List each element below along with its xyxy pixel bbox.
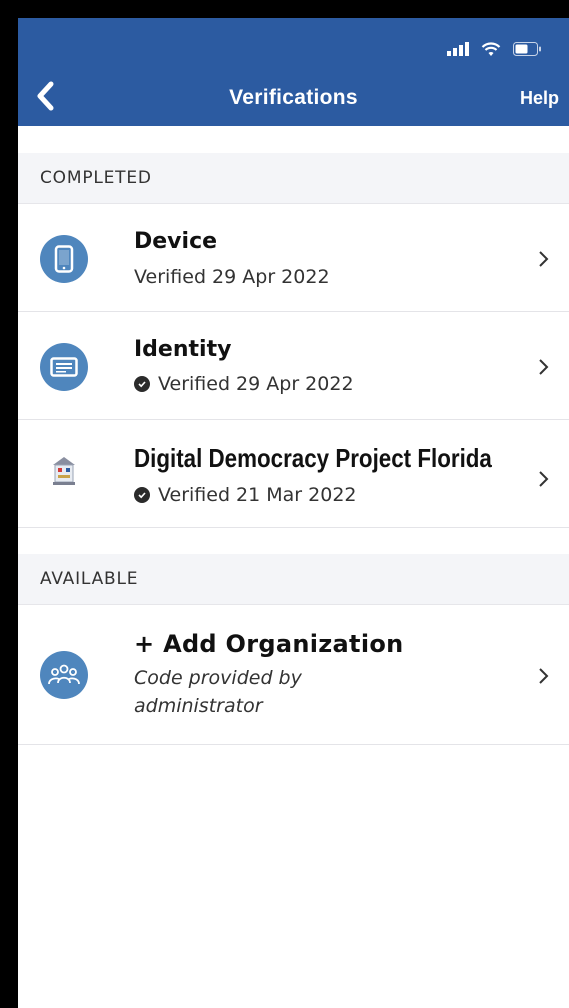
group-icon xyxy=(40,651,88,699)
help-button[interactable]: Help xyxy=(520,88,559,109)
chevron-right-icon xyxy=(539,359,549,375)
check-circle-icon xyxy=(134,487,150,503)
chevron-right-icon xyxy=(539,471,549,487)
list-item-title: Identity xyxy=(134,337,232,362)
list-item-title: Device xyxy=(134,229,218,254)
list-item-device[interactable]: Device Verified 29 Apr 2022 xyxy=(18,205,569,312)
list-item-identity[interactable]: Identity Verified 29 Apr 2022 xyxy=(18,313,569,420)
app-bar: Verifications Help xyxy=(18,18,569,126)
section-header-available: AVAILABLE xyxy=(18,554,569,605)
check-circle-icon xyxy=(134,376,150,392)
wifi-icon xyxy=(481,41,501,57)
verified-date: Verified 29 Apr 2022 xyxy=(134,266,330,288)
chevron-right-icon xyxy=(539,251,549,267)
section-header-completed: COMPLETED xyxy=(18,153,569,204)
list-item-subtitle: Verified 21 Mar 2022 xyxy=(134,484,357,506)
verified-date: Verified 29 Apr 2022 xyxy=(158,373,354,395)
list-item-title: + Add Organization xyxy=(134,630,404,658)
organization-logo-icon xyxy=(51,456,77,486)
list-item-organization[interactable]: Digital Democracy Project Florida Verifi… xyxy=(18,421,569,528)
page-title: Verifications xyxy=(229,86,358,109)
list-item-subtitle: Verified 29 Apr 2022 xyxy=(134,373,354,395)
list-item-subtitle: Code provided by administrator xyxy=(134,667,302,717)
verified-date: Verified 21 Mar 2022 xyxy=(158,484,357,506)
battery-icon xyxy=(513,42,543,56)
id-card-icon xyxy=(40,343,88,391)
chevron-right-icon xyxy=(539,668,549,684)
status-bar xyxy=(447,38,543,60)
device-frame: Verifications Help COMPLETED Device Veri… xyxy=(0,0,569,1008)
list-item-subtitle: Verified 29 Apr 2022 xyxy=(134,266,330,288)
phone-icon xyxy=(40,235,88,283)
app-screen: Verifications Help COMPLETED Device Veri… xyxy=(18,18,569,1008)
list-item-title: Digital Democracy Project Florida xyxy=(134,443,492,473)
list-item-add-organization[interactable]: + Add Organization Code provided by admi… xyxy=(18,606,569,745)
signal-icon xyxy=(447,42,469,56)
